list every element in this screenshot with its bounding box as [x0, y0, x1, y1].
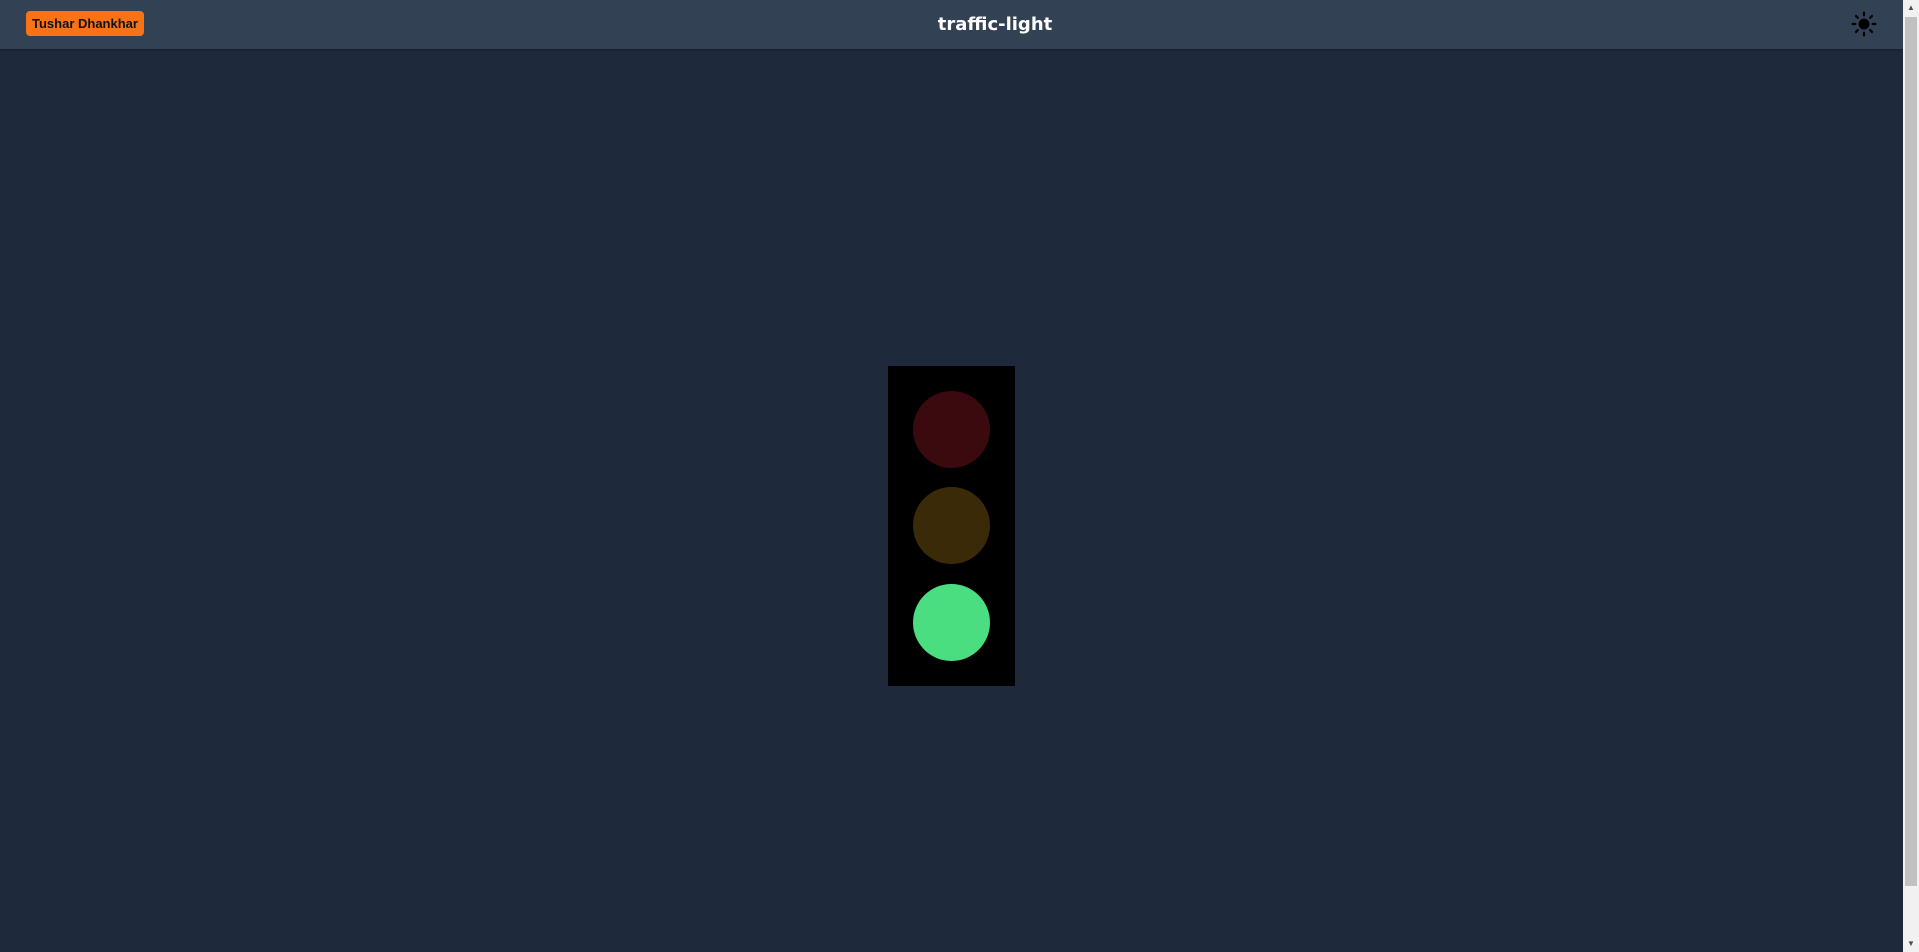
page-title: traffic-light	[937, 14, 1053, 35]
triangle-up-icon[interactable]: ▲	[1903, 0, 1919, 16]
sun-icon	[1851, 11, 1877, 37]
red-light	[913, 391, 990, 468]
yellow-light	[913, 487, 990, 564]
triangle-down-icon[interactable]: ▼	[1903, 936, 1919, 952]
green-light	[913, 584, 990, 661]
theme-toggle-button[interactable]	[1851, 11, 1877, 37]
traffic-light-housing	[888, 366, 1015, 686]
scrollbar-thumb[interactable]	[1905, 17, 1917, 886]
vertical-scrollbar[interactable]: ▲ ▼	[1903, 0, 1919, 952]
page: Tushar Dhankhar traffic-light ▲ ▼	[0, 0, 1919, 952]
author-badge[interactable]: Tushar Dhankhar	[26, 11, 144, 36]
header-bar: Tushar Dhankhar traffic-light	[0, 0, 1903, 49]
